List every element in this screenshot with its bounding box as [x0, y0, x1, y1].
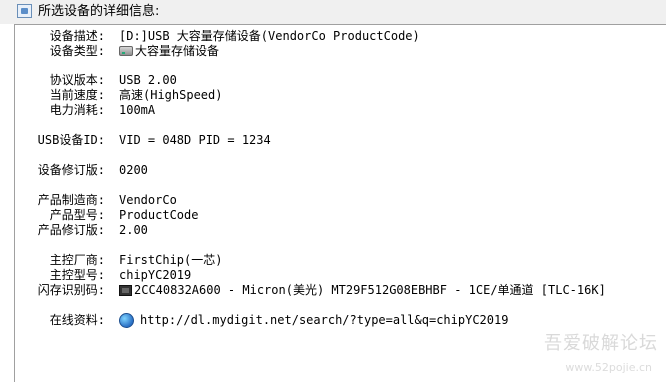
detail-row-protocol: 协议版本: USB 2.00 [15, 72, 665, 88]
detail-row-usb-id: USB设备ID: VID = 048D PID = 1234 [15, 132, 665, 148]
controller-model-label: 主控型号: [49, 268, 105, 282]
speed-label: 当前速度: [49, 88, 105, 102]
detail-row-online: 在线资料: http://dl.mydigit.net/search/?type… [15, 312, 665, 328]
online-link[interactable]: http://dl.mydigit.net/search/?type=all&q… [140, 312, 508, 328]
detail-row-product-revision: 产品修订版: 2.00 [15, 222, 665, 238]
power-label: 电力消耗: [49, 103, 105, 117]
detail-row-speed: 当前速度: 高速(HighSpeed) [15, 87, 665, 103]
detail-row-manufacturer: 产品制造商: VendorCo [15, 192, 665, 208]
product-revision-label: 产品修订版: [37, 223, 105, 237]
detail-row-controller-model: 主控型号: chipYC2019 [15, 267, 665, 283]
detail-row-type: 设备类型: 大容量存储设备 [15, 43, 665, 59]
flash-id-label: 闪存识别码: [37, 283, 105, 297]
flash-id-value-wrap: 2CC40832A600 - Micron(美光) MT29F512G08EBH… [119, 282, 606, 298]
manufacturer-label: 产品制造商: [37, 193, 105, 207]
detail-row-revision: 设备修订版: 0200 [15, 162, 665, 178]
details-window-icon [17, 4, 32, 18]
title-bar: 所选设备的详细信息: [0, 0, 666, 24]
model-label: 产品型号: [49, 208, 105, 222]
usb-id-label: USB设备ID: [37, 133, 105, 147]
detail-row-power: 电力消耗: 100mA [15, 102, 665, 118]
detail-row-model: 产品型号: ProductCode [15, 207, 665, 223]
disk-icon [119, 46, 133, 56]
speed-value: 高速(HighSpeed) [119, 88, 223, 102]
watermark-url: www.52pojie.cn [565, 361, 652, 374]
type-value-wrap: 大容量存储设备 [119, 43, 219, 59]
type-label: 设备类型: [49, 44, 105, 58]
online-value-wrap: http://dl.mydigit.net/search/?type=all&q… [119, 312, 508, 328]
power-value: 100mA [119, 103, 156, 117]
detail-row-controller-vendor: 主控厂商: FirstChip(一芯) [15, 252, 665, 268]
controller-model-value: chipYC2019 [119, 268, 192, 282]
description-label: 设备描述: [49, 29, 105, 43]
online-label: 在线资料: [49, 313, 105, 327]
controller-vendor-value: FirstChip(一芯) [119, 253, 223, 267]
window-title: 所选设备的详细信息: [38, 4, 160, 19]
model-value: ProductCode [119, 208, 199, 222]
flash-id-value: 2CC40832A600 - Micron(美光) MT29F512G08EBH… [134, 283, 606, 297]
manufacturer-value: VendorCo [119, 193, 177, 207]
details-panel[interactable]: 设备描述: [D:]USB 大容量存储设备(VendorCo ProductCo… [14, 24, 666, 382]
globe-icon [119, 312, 134, 328]
detail-row-description: 设备描述: [D:]USB 大容量存储设备(VendorCo ProductCo… [15, 28, 665, 44]
revision-value: 0200 [119, 163, 148, 177]
watermark-text: 吾爱破解论坛 [544, 333, 658, 354]
description-value: [D:]USB 大容量存储设备(VendorCo ProductCode) [119, 29, 420, 43]
chip-icon [119, 284, 132, 296]
revision-label: 设备修订版: [37, 163, 105, 177]
protocol-value: USB 2.00 [119, 73, 177, 87]
product-revision-value: 2.00 [119, 223, 148, 237]
detail-row-flash-id: 闪存识别码: 2CC40832A600 - Micron(美光) MT29F51… [15, 282, 665, 298]
protocol-label: 协议版本: [49, 73, 105, 87]
type-value: 大容量存储设备 [135, 44, 220, 58]
usb-id-value: VID = 048D PID = 1234 [119, 133, 271, 147]
controller-vendor-label: 主控厂商: [49, 253, 105, 267]
